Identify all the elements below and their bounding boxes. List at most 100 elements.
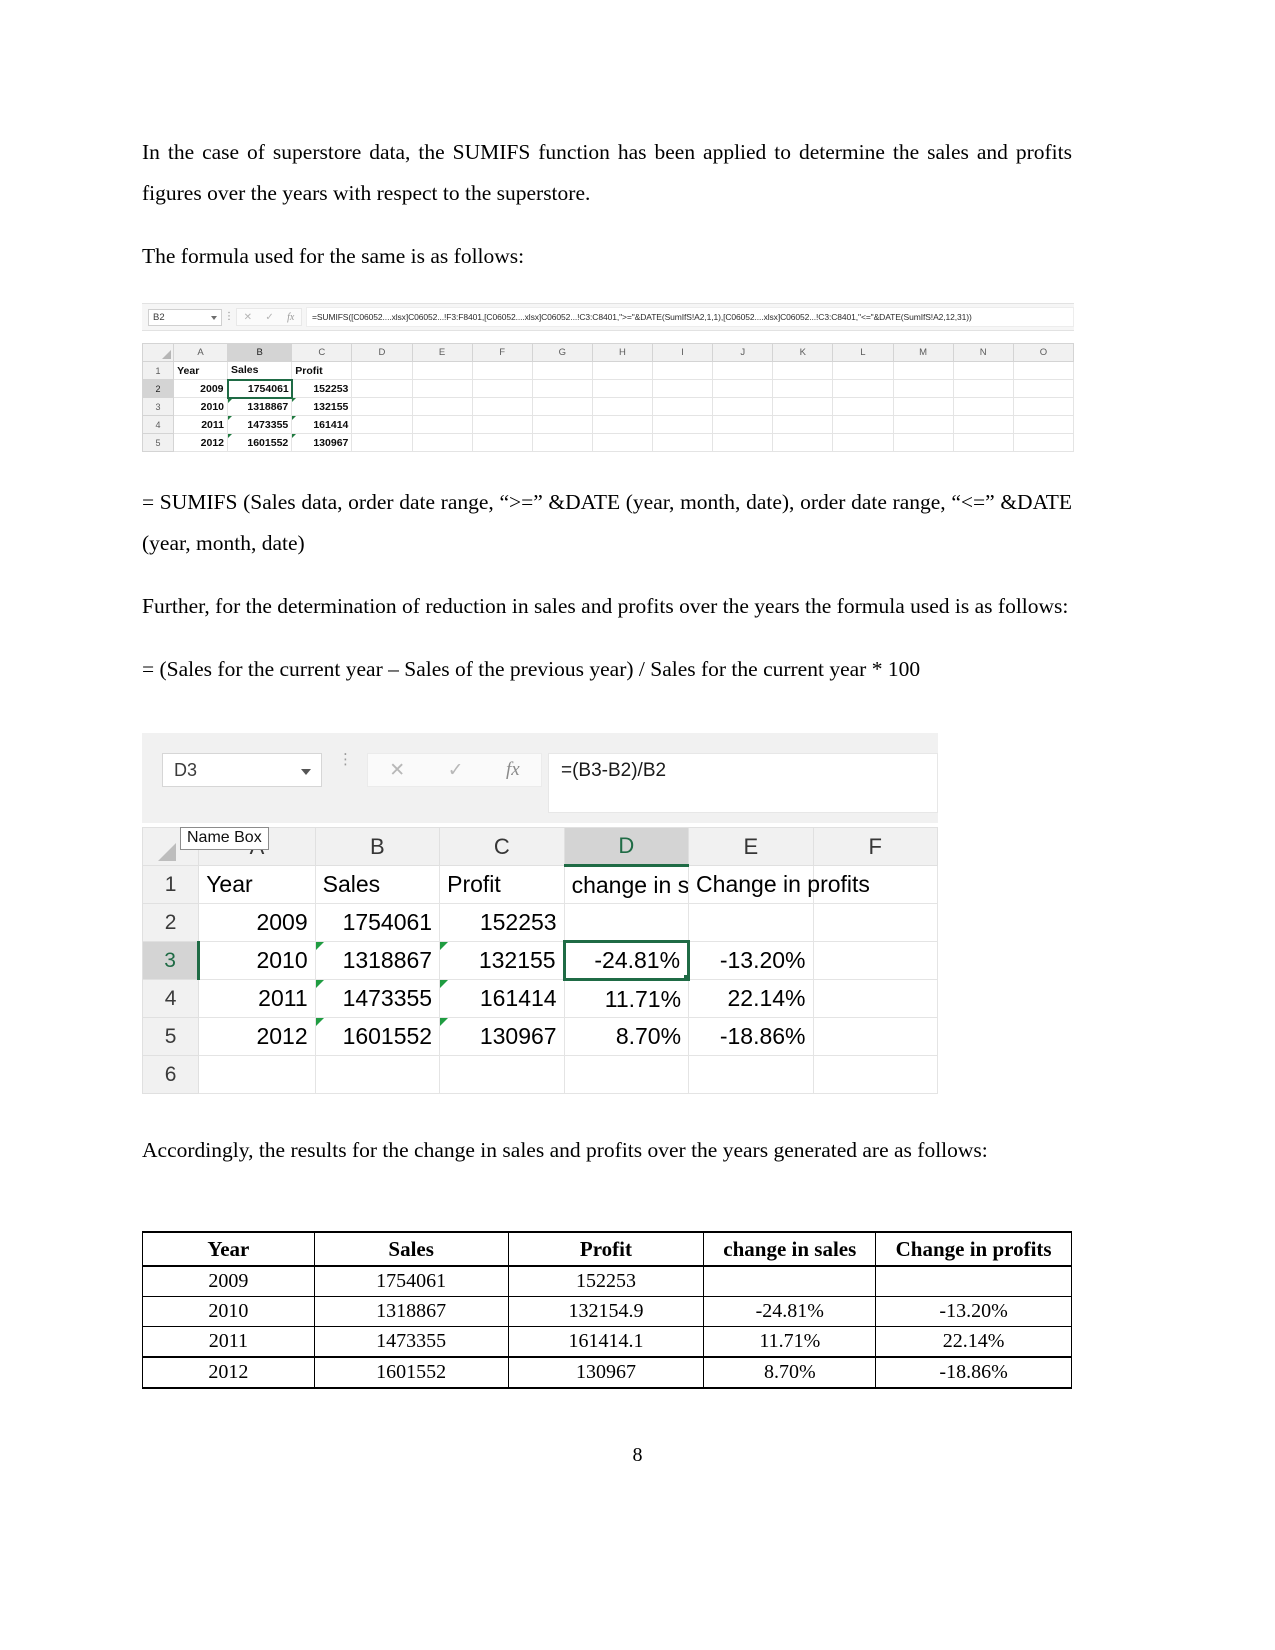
col-header-E[interactable]: E xyxy=(411,343,473,362)
cell-E1[interactable] xyxy=(411,361,473,380)
cell-B6[interactable] xyxy=(314,1055,441,1094)
cell-C2[interactable]: 152253 xyxy=(439,903,565,942)
cell-F4[interactable] xyxy=(471,415,533,434)
col-header-H[interactable]: H xyxy=(591,343,654,362)
cell-H5[interactable] xyxy=(591,433,654,452)
cell-O2[interactable] xyxy=(1012,379,1074,398)
col-header-D[interactable]: D xyxy=(351,343,413,362)
col-header-O[interactable]: O xyxy=(1012,343,1074,362)
col-header-F[interactable]: F xyxy=(471,343,533,362)
row-header-2[interactable]: 2 xyxy=(142,903,200,942)
cell-L1[interactable] xyxy=(832,361,894,380)
col-header-D[interactable]: D xyxy=(563,827,690,867)
cell-G1[interactable] xyxy=(531,361,593,380)
cell-N5[interactable] xyxy=(952,433,1014,452)
col-header-K[interactable]: K xyxy=(772,343,834,362)
cell-D3[interactable]: -24.81% xyxy=(562,940,691,981)
cell-G4[interactable] xyxy=(531,415,593,434)
cell-D3[interactable] xyxy=(351,397,413,416)
cell-I3[interactable] xyxy=(652,397,714,416)
cell-D5[interactable]: 8.70% xyxy=(563,1017,690,1056)
chevron-down-icon[interactable] xyxy=(211,315,217,320)
cell-C3[interactable]: 132155 xyxy=(439,941,565,980)
cell-I5[interactable] xyxy=(652,433,714,452)
row-header-1[interactable]: 1 xyxy=(142,361,175,380)
cell-K5[interactable] xyxy=(772,433,834,452)
cell-B1[interactable]: Sales xyxy=(226,361,293,380)
row-header-4[interactable]: 4 xyxy=(142,415,175,434)
col-header-F[interactable]: F xyxy=(812,827,938,866)
col-header-B[interactable]: B xyxy=(314,827,441,866)
name-box-large[interactable]: D3 xyxy=(162,753,322,787)
col-header-A[interactable]: A xyxy=(173,343,228,362)
cell-C2[interactable]: 152253 xyxy=(291,379,353,398)
cell-E1[interactable]: Change in profits xyxy=(688,865,870,904)
cell-D6[interactable] xyxy=(563,1055,690,1094)
cell-E4[interactable] xyxy=(411,415,473,434)
cell-G3[interactable] xyxy=(531,397,593,416)
cell-F2[interactable] xyxy=(812,903,938,942)
cell-N1[interactable] xyxy=(952,361,1014,380)
cancel-icon[interactable]: ✕ xyxy=(244,312,252,323)
formula-input-small[interactable]: =SUMIFS([C06052....xlsx]C06052...!F3:F84… xyxy=(306,307,1074,327)
cell-E4[interactable]: 22.14% xyxy=(688,979,814,1018)
cell-B5[interactable]: 1601552 xyxy=(226,433,293,452)
cell-I2[interactable] xyxy=(652,379,714,398)
cell-F4[interactable] xyxy=(812,979,938,1018)
col-header-E[interactable]: E xyxy=(688,827,814,866)
kebab-menu-icon[interactable]: ⋮ xyxy=(222,312,236,322)
cell-N4[interactable] xyxy=(952,415,1014,434)
cell-A2[interactable]: 2009 xyxy=(173,379,228,398)
cell-A6[interactable] xyxy=(198,1055,316,1094)
cell-D4[interactable]: 11.71% xyxy=(563,979,690,1018)
col-header-M[interactable]: M xyxy=(892,343,954,362)
cell-B3[interactable]: 1318867 xyxy=(314,941,441,980)
row-header-3[interactable]: 3 xyxy=(142,941,201,980)
col-header-L[interactable]: L xyxy=(832,343,894,362)
insert-function-icon[interactable]: fx xyxy=(506,759,520,781)
cell-C6[interactable] xyxy=(439,1055,565,1094)
cell-F5[interactable] xyxy=(471,433,533,452)
insert-function-icon[interactable]: fx xyxy=(287,312,294,323)
cell-D5[interactable] xyxy=(351,433,413,452)
cell-J4[interactable] xyxy=(712,415,774,434)
cell-H1[interactable] xyxy=(591,361,654,380)
cell-E6[interactable] xyxy=(688,1055,814,1094)
cell-K3[interactable] xyxy=(772,397,834,416)
chevron-down-icon[interactable] xyxy=(301,769,311,775)
col-header-J[interactable]: J xyxy=(712,343,774,362)
cell-L4[interactable] xyxy=(832,415,894,434)
cell-M4[interactable] xyxy=(892,415,954,434)
cell-E3[interactable] xyxy=(411,397,473,416)
name-box-small[interactable]: B2 xyxy=(148,308,222,326)
row-header-4[interactable]: 4 xyxy=(142,979,200,1018)
col-header-C[interactable]: C xyxy=(439,827,565,866)
cell-H2[interactable] xyxy=(591,379,654,398)
cell-B2[interactable]: 1754061 xyxy=(226,378,293,399)
cell-J1[interactable] xyxy=(712,361,774,380)
cell-K4[interactable] xyxy=(772,415,834,434)
row-header-3[interactable]: 3 xyxy=(142,397,175,416)
cell-J2[interactable] xyxy=(712,379,774,398)
cell-C4[interactable]: 161414 xyxy=(291,415,353,434)
cell-O5[interactable] xyxy=(1012,433,1074,452)
formula-input-large[interactable]: =(B3-B2)/B2 xyxy=(548,753,938,813)
cell-M3[interactable] xyxy=(892,397,954,416)
cell-E3[interactable]: -13.20% xyxy=(688,941,814,980)
accept-icon[interactable]: ✓ xyxy=(265,312,273,323)
col-header-N[interactable]: N xyxy=(952,343,1014,362)
cell-E2[interactable] xyxy=(411,379,473,398)
cell-B5[interactable]: 1601552 xyxy=(314,1017,441,1056)
cell-D2[interactable] xyxy=(563,903,690,942)
cell-A2[interactable]: 2009 xyxy=(198,903,316,942)
kebab-menu-icon[interactable]: ⋮ xyxy=(338,752,353,785)
cell-E5[interactable]: -18.86% xyxy=(688,1017,814,1056)
cell-B3[interactable]: 1318867 xyxy=(226,397,293,416)
cell-A3[interactable]: 2010 xyxy=(198,941,316,980)
cell-B1[interactable]: Sales xyxy=(314,865,441,904)
cell-A1[interactable]: Year xyxy=(198,865,316,904)
cell-M5[interactable] xyxy=(892,433,954,452)
cell-C3[interactable]: 132155 xyxy=(291,397,353,416)
row-header-2[interactable]: 2 xyxy=(142,379,175,398)
accept-icon[interactable]: ✓ xyxy=(448,759,464,782)
